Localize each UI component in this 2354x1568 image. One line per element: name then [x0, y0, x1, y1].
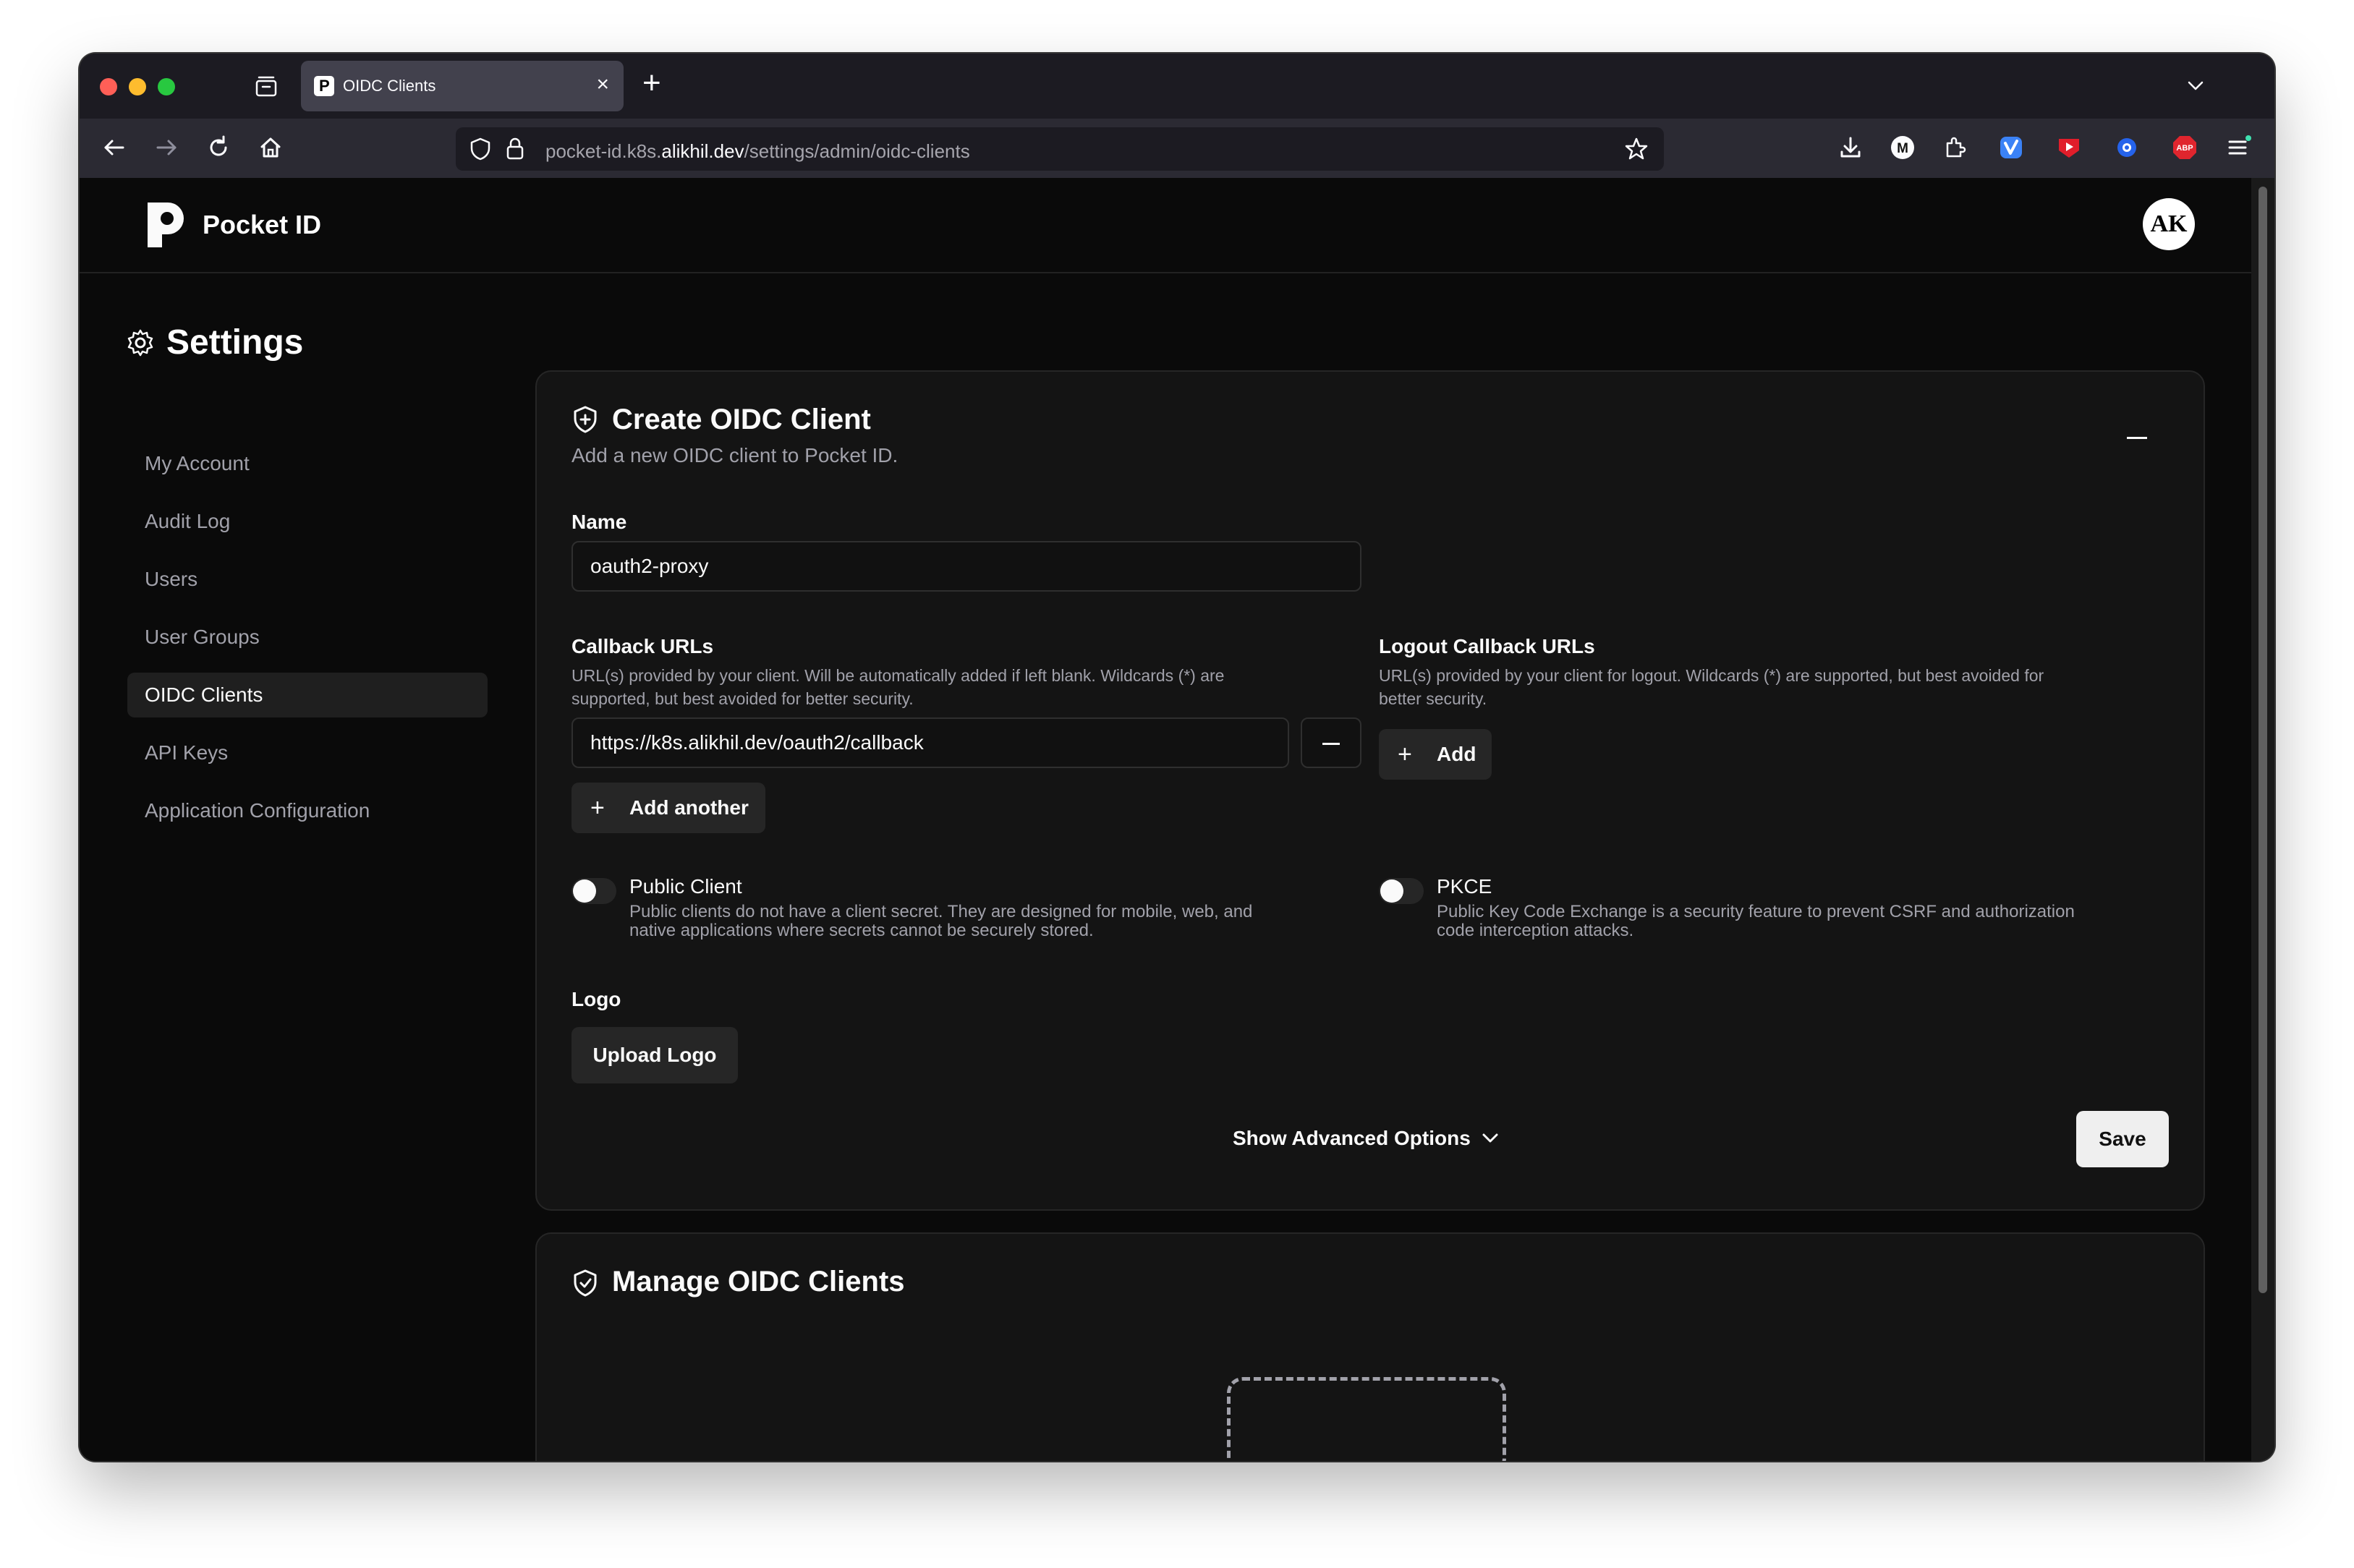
save-button[interactable]: Save [2076, 1111, 2169, 1167]
pkce-description: Public Key Code Exchange is a security f… [1437, 902, 2075, 940]
show-advanced-options-button[interactable]: Show Advanced Options [1233, 1127, 1471, 1150]
user-avatar[interactable]: AK [2143, 198, 2195, 250]
sidebar-item-oidc-clients[interactable]: OIDC Clients [127, 673, 488, 717]
name-label: Name [571, 511, 627, 533]
upload-logo-button[interactable]: Upload Logo [571, 1027, 738, 1083]
gear-icon [127, 329, 153, 357]
callback-urls-label: Callback URLs [571, 635, 714, 657]
puzzle-extensions-icon[interactable] [1940, 133, 1969, 162]
callback-urls-description: URL(s) provided by your client. Will be … [571, 666, 1225, 708]
svg-text:ABP: ABP [2176, 144, 2193, 153]
public-client-toggle[interactable] [571, 878, 616, 904]
logo-label: Logo [571, 988, 621, 1010]
vpn-extension-icon[interactable] [1997, 133, 2026, 162]
shield-check-icon [574, 1269, 597, 1297]
close-window-button[interactable] [100, 78, 117, 95]
sidebar-item-my-account[interactable]: My Account [127, 441, 488, 486]
plus-icon: + [590, 794, 605, 822]
minimize-window-button[interactable] [129, 78, 146, 95]
youtube-extension-icon[interactable] [2055, 133, 2083, 162]
forward-arrow-icon[interactable] [152, 133, 181, 162]
create-oidc-client-card: Create OIDC Client Add a new OIDC client… [535, 370, 2205, 1211]
sidebar-item-user-groups[interactable]: User Groups [127, 615, 488, 660]
bookmark-star-icon[interactable] [1623, 136, 1649, 162]
shield-icon[interactable] [467, 136, 493, 162]
pkce-toggle[interactable] [1379, 878, 1424, 904]
reload-icon[interactable] [204, 133, 233, 162]
address-bar[interactable]: pocket-id.k8s.alikhil.dev/settings/admin… [456, 127, 1664, 171]
url-text: pocket-id.k8s.alikhil.dev/settings/admin… [545, 140, 970, 162]
lock-icon[interactable] [503, 136, 527, 162]
download-icon[interactable] [1836, 133, 1865, 162]
menu-icon[interactable] [2224, 133, 2253, 162]
record-extension-icon[interactable] [2112, 133, 2141, 162]
settings-title: Settings [166, 323, 304, 362]
chevron-down-icon[interactable] [2185, 75, 2206, 97]
back-arrow-icon[interactable] [100, 133, 129, 162]
add-logout-callback-url-button[interactable]: + Add [1379, 729, 1492, 780]
add-another-callback-url-button[interactable]: + Add another [571, 783, 765, 833]
brand-name[interactable]: Pocket ID [203, 210, 321, 240]
tab-title: OIDC Clients [343, 77, 436, 95]
empty-state-placeholder [1227, 1377, 1506, 1461]
page-scrollbar[interactable] [2251, 178, 2274, 1461]
manage-oidc-clients-card: Manage OIDC Clients [535, 1232, 2205, 1461]
scrollbar-thumb[interactable] [2259, 187, 2267, 1293]
callback-url-input[interactable]: https://k8s.alikhil.dev/oauth2/callback [571, 717, 1289, 768]
sidebar-item-application-configuration[interactable]: Application Configuration [127, 788, 488, 833]
home-icon[interactable] [256, 133, 285, 162]
shield-plus-icon [574, 406, 597, 433]
pocket-id-favicon: P [314, 76, 334, 96]
browser-window: P OIDC Clients × + pocket-id.k8s.alikhil… [80, 54, 2274, 1461]
app-page: Pocket ID AK Settings My Account Audit L… [80, 178, 2251, 1461]
tab-strip: P OIDC Clients × + [80, 54, 2274, 119]
tab-oidc-clients[interactable]: P OIDC Clients × [301, 61, 624, 111]
collapse-icon[interactable] [2127, 437, 2147, 439]
pocket-id-logo-icon[interactable] [143, 200, 187, 250]
public-client-description: Public clients do not have a client secr… [629, 902, 1253, 940]
create-oidc-client-title: Create OIDC Client [612, 404, 871, 435]
plus-icon: + [1398, 741, 1412, 768]
pkce-label: PKCE [1437, 875, 1492, 898]
app-header: Pocket ID AK [80, 178, 2251, 273]
new-tab-button[interactable]: + [642, 65, 661, 101]
logout-callback-urls-label: Logout Callback URLs [1379, 635, 1595, 657]
minus-icon [1322, 743, 1340, 745]
sidebar-item-api-keys[interactable]: API Keys [127, 730, 488, 775]
chevron-down-icon[interactable] [1480, 1128, 1500, 1149]
create-oidc-client-subtitle: Add a new OIDC client to Pocket ID. [571, 444, 898, 466]
logout-callback-urls-description: URL(s) provided by your client for logou… [1379, 666, 2044, 708]
public-client-label: Public Client [629, 875, 742, 898]
manage-oidc-clients-title: Manage OIDC Clients [612, 1266, 905, 1298]
close-tab-icon[interactable]: × [596, 74, 609, 95]
sidebar-item-audit-log[interactable]: Audit Log [127, 499, 488, 544]
remove-callback-url-button[interactable] [1301, 717, 1361, 768]
navigation-toolbar: pocket-id.k8s.alikhil.dev/settings/admin… [80, 119, 2274, 179]
svg-text:M: M [1897, 141, 1908, 156]
name-input[interactable]: oauth2-proxy [571, 541, 1361, 592]
zoom-window-button[interactable] [158, 78, 175, 95]
m-extension-icon[interactable]: M [1888, 133, 1917, 162]
tab-manager-icon[interactable] [252, 72, 281, 101]
adblock-plus-icon[interactable]: ABP [2170, 133, 2199, 162]
sidebar-item-users[interactable]: Users [127, 557, 488, 602]
